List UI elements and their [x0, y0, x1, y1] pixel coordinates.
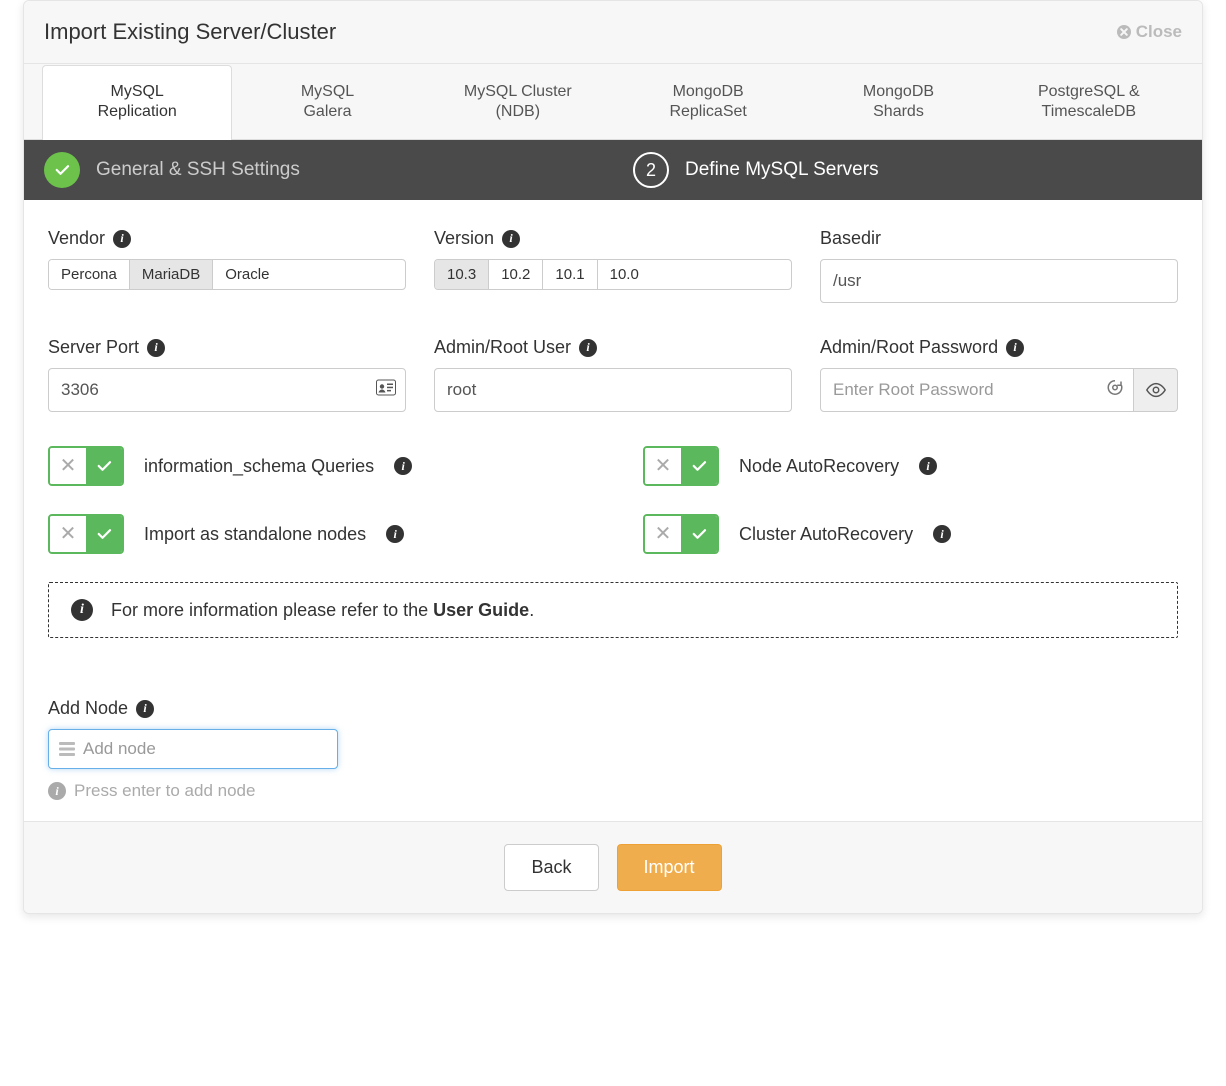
wizard-stepper: General & SSH Settings 2 Define MySQL Se…: [24, 140, 1202, 200]
tab-label: MySQL: [301, 83, 354, 100]
vendor-group: Percona MariaDB Oracle: [48, 259, 406, 290]
version-10-2[interactable]: 10.2: [489, 260, 543, 289]
info-icon[interactable]: i: [933, 525, 951, 543]
tab-label: Shards: [873, 103, 924, 120]
add-node-field-wrap: [48, 729, 338, 769]
check-icon: [44, 152, 80, 188]
add-node-label: Add Node: [48, 698, 128, 719]
version-label: Version: [434, 228, 494, 249]
check-icon: [690, 457, 708, 475]
list-icon: [59, 742, 75, 756]
tab-label: Galera: [303, 103, 351, 120]
tab-label: ReplicaSet: [669, 103, 746, 120]
version-10-3[interactable]: 10.3: [435, 260, 489, 289]
step-general-ssh[interactable]: General & SSH Settings: [24, 140, 613, 200]
id-card-icon: [376, 380, 396, 401]
check-icon: [690, 525, 708, 543]
toggle-off[interactable]: ✕: [645, 516, 681, 552]
show-password-button[interactable]: [1134, 368, 1178, 412]
x-icon: ✕: [655, 524, 672, 544]
toggle-on[interactable]: [86, 448, 122, 484]
tab-label: Replication: [98, 103, 177, 120]
vendor-percona[interactable]: Percona: [49, 260, 130, 289]
info-icon[interactable]: i: [386, 525, 404, 543]
tab-label: MySQL Cluster: [464, 83, 572, 100]
key-generate-icon[interactable]: [1106, 379, 1124, 402]
info-icon[interactable]: i: [502, 230, 520, 248]
add-node-helper: i Press enter to add node: [48, 781, 1178, 801]
step-label: Define MySQL Servers: [685, 159, 879, 181]
tab-label: MongoDB: [863, 83, 934, 100]
admin-password-input[interactable]: [820, 368, 1134, 412]
toggle-on[interactable]: [681, 516, 717, 552]
tab-postgresql-timescaledb[interactable]: PostgreSQL & TimescaleDB: [994, 65, 1184, 140]
version-10-1[interactable]: 10.1: [543, 260, 597, 289]
toggle-information-schema[interactable]: ✕: [48, 446, 124, 486]
toggle-cluster-autorecovery[interactable]: ✕: [643, 514, 719, 554]
tab-label: PostgreSQL &: [1038, 83, 1140, 100]
info-icon[interactable]: i: [136, 700, 154, 718]
toggle-label: Import as standalone nodes: [144, 524, 366, 545]
step-label: General & SSH Settings: [96, 159, 300, 181]
vendor-label: Vendor: [48, 228, 105, 249]
toggle-on[interactable]: [86, 516, 122, 552]
user-guide-hint: i For more information please refer to t…: [48, 582, 1178, 638]
check-icon: [95, 457, 113, 475]
tab-mysql-galera[interactable]: MySQL Galera: [232, 65, 422, 140]
toggle-off[interactable]: ✕: [50, 516, 86, 552]
x-icon: ✕: [60, 456, 77, 476]
step-number-icon: 2: [633, 152, 669, 188]
version-10-0[interactable]: 10.0: [598, 260, 651, 289]
info-icon: i: [71, 599, 93, 621]
info-icon[interactable]: i: [113, 230, 131, 248]
server-port-input[interactable]: [48, 368, 406, 412]
admin-password-label: Admin/Root Password: [820, 337, 998, 358]
modal-title: Import Existing Server/Cluster: [44, 19, 336, 45]
close-icon: [1116, 24, 1132, 40]
x-icon: ✕: [655, 456, 672, 476]
admin-user-label: Admin/Root User: [434, 337, 571, 358]
basedir-input[interactable]: [820, 259, 1178, 303]
close-label: Close: [1136, 22, 1182, 42]
toggle-label: Cluster AutoRecovery: [739, 524, 913, 545]
tab-label: MongoDB: [673, 83, 744, 100]
vendor-oracle[interactable]: Oracle: [213, 260, 281, 289]
toggle-off[interactable]: ✕: [50, 448, 86, 484]
vendor-mariadb[interactable]: MariaDB: [130, 260, 213, 289]
tab-mongodb-replicaset[interactable]: MongoDB ReplicaSet: [613, 65, 803, 140]
admin-user-input[interactable]: [434, 368, 792, 412]
info-icon[interactable]: i: [147, 339, 165, 357]
x-icon: ✕: [60, 524, 77, 544]
toggle-standalone-nodes[interactable]: ✕: [48, 514, 124, 554]
toggle-label: Node AutoRecovery: [739, 456, 899, 477]
check-icon: [95, 525, 113, 543]
tab-label: (NDB): [496, 103, 540, 120]
version-group: 10.3 10.2 10.1 10.0: [434, 259, 792, 290]
step-define-mysql-servers[interactable]: 2 Define MySQL Servers: [613, 140, 1202, 200]
info-icon[interactable]: i: [579, 339, 597, 357]
hint-text: For more information please refer to the…: [111, 600, 534, 621]
db-type-tabs: MySQL Replication MySQL Galera MySQL Clu…: [24, 64, 1202, 140]
tab-label: TimescaleDB: [1042, 103, 1137, 120]
info-icon[interactable]: i: [394, 457, 412, 475]
tab-mongodb-shards[interactable]: MongoDB Shards: [803, 65, 993, 140]
info-icon[interactable]: i: [919, 457, 937, 475]
toggle-off[interactable]: ✕: [645, 448, 681, 484]
close-button[interactable]: Close: [1116, 22, 1182, 42]
toggle-node-autorecovery[interactable]: ✕: [643, 446, 719, 486]
basedir-label: Basedir: [820, 228, 881, 249]
toggle-on[interactable]: [681, 448, 717, 484]
import-button[interactable]: Import: [617, 844, 722, 891]
server-port-label: Server Port: [48, 337, 139, 358]
eye-icon: [1145, 382, 1167, 398]
tab-mysql-replication[interactable]: MySQL Replication: [42, 65, 232, 140]
tab-label: MySQL: [110, 83, 163, 100]
back-button[interactable]: Back: [504, 844, 598, 891]
user-guide-link[interactable]: User Guide: [433, 600, 529, 620]
add-node-input[interactable]: [83, 739, 327, 759]
info-icon: i: [48, 782, 66, 800]
tab-mysql-cluster-ndb[interactable]: MySQL Cluster (NDB): [423, 65, 613, 140]
toggle-label: information_schema Queries: [144, 456, 374, 477]
info-icon[interactable]: i: [1006, 339, 1024, 357]
